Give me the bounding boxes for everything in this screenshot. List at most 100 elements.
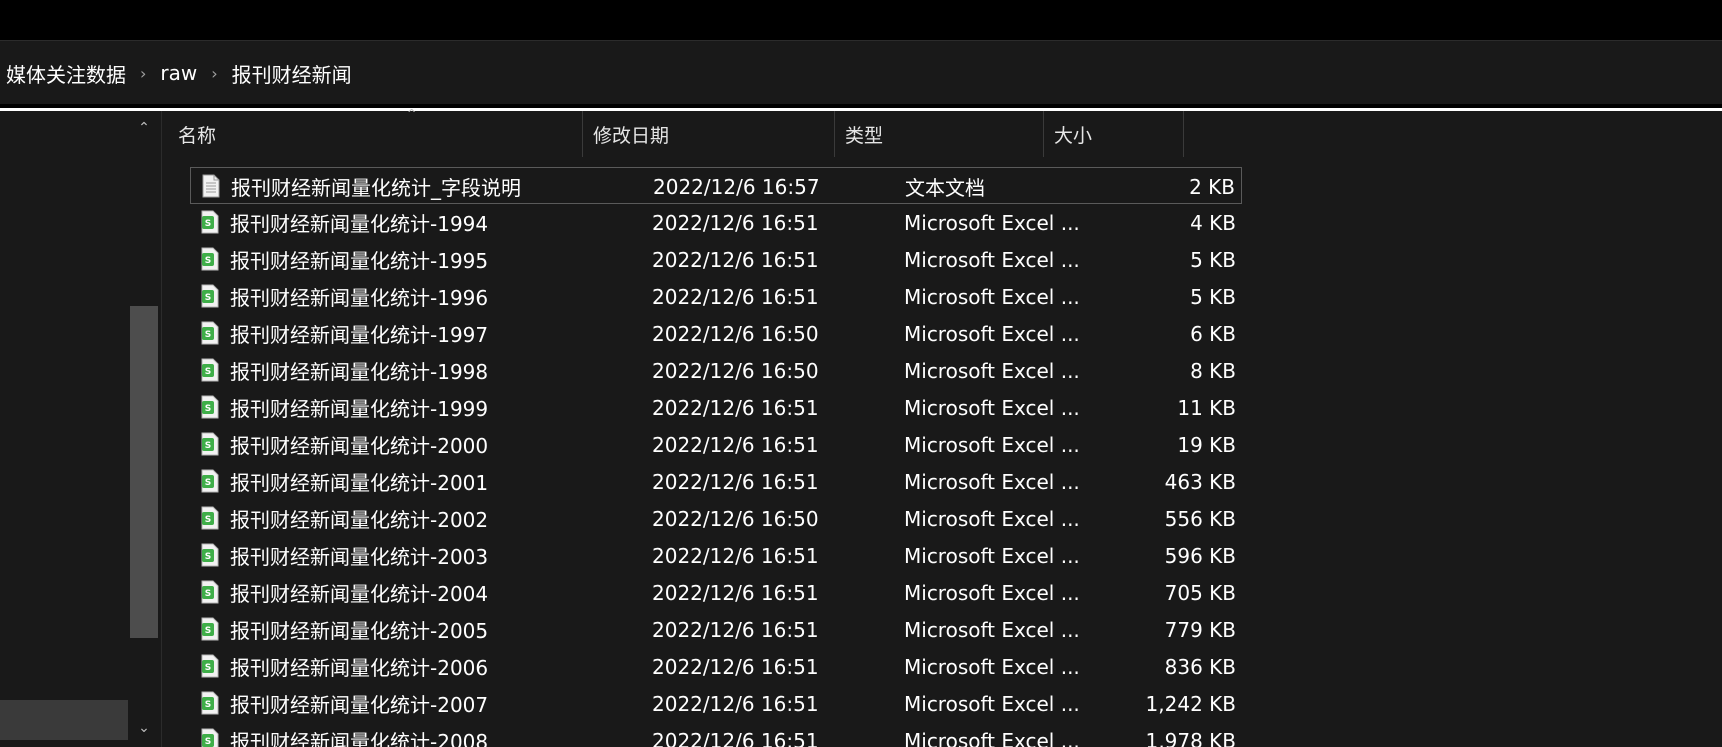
file-type: Microsoft Excel ...	[904, 321, 1080, 346]
file-row[interactable]: S 报刊财经新闻量化统计-2001 2022/12/6 16:51 Microsoft…	[190, 463, 1242, 500]
file-row[interactable]: S 报刊财经新闻量化统计-1999 2022/12/6 16:51 Microsoft…	[190, 389, 1242, 426]
spreadsheet-icon: S	[201, 210, 219, 234]
file-row[interactable]: S 报刊财经新闻量化统计-2006 2022/12/6 16:51 Microsoft…	[190, 648, 1242, 685]
file-row[interactable]: S 报刊财经新闻量化统计-2004 2022/12/6 16:51 Microsoft…	[190, 574, 1242, 611]
file-name: 报刊财经新闻量化统计-2005	[230, 619, 489, 643]
column-header-size[interactable]: 大小	[1044, 111, 1184, 157]
file-modified-date: 2022/12/6 16:51	[652, 247, 819, 272]
file-row[interactable]: S 报刊财经新闻量化统计-2000 2022/12/6 16:51 Microsoft…	[190, 426, 1242, 463]
file-name: 报刊财经新闻量化统计-2006	[230, 656, 489, 680]
file-row[interactable]: S 报刊财经新闻量化统计-1997 2022/12/6 16:50 Microsoft…	[190, 315, 1242, 352]
file-row[interactable]: S 报刊财经新闻量化统计-2008 2022/12/6 16:51 Microsoft…	[190, 722, 1242, 747]
file-type: Microsoft Excel ...	[904, 654, 1080, 679]
file-modified-date: 2022/12/6 16:51	[652, 654, 819, 679]
column-header-type-label: 类型	[845, 124, 884, 147]
file-size: 779 KB	[1164, 617, 1236, 642]
text-document-icon	[202, 174, 220, 198]
file-modified-date: 2022/12/6 16:51	[652, 728, 819, 747]
navigation-pane: ⌃ ⌄	[0, 111, 162, 747]
file-type: Microsoft Excel ...	[904, 543, 1080, 568]
column-header-row: 名称 ^ 修改日期 类型 大小	[162, 107, 1242, 157]
file-row[interactable]: S 报刊财经新闻量化统计-2003 2022/12/6 16:51 Microsoft…	[190, 537, 1242, 574]
scrollbar-thumb[interactable]	[130, 306, 158, 638]
svg-text:S: S	[205, 515, 211, 525]
spreadsheet-icon: S	[201, 691, 219, 715]
file-type: Microsoft Excel ...	[904, 358, 1080, 383]
sort-ascending-icon: ^	[407, 107, 417, 120]
file-name: 报刊财经新闻量化统计-2007	[230, 693, 489, 717]
file-size: 556 KB	[1164, 506, 1236, 531]
file-type: Microsoft Excel ...	[904, 210, 1080, 235]
column-header-date[interactable]: 修改日期	[583, 111, 835, 157]
spreadsheet-icon: S	[201, 284, 219, 308]
file-type: Microsoft Excel ...	[904, 728, 1080, 747]
breadcrumb: 媒体关注数据 › raw › 报刊财经新闻	[6, 57, 352, 89]
breadcrumb-item-current-folder[interactable]: 报刊财经新闻	[232, 59, 352, 88]
file-modified-date: 2022/12/6 16:51	[652, 580, 819, 605]
spreadsheet-icon: S	[201, 432, 219, 456]
chevron-right-icon[interactable]: ›	[140, 64, 146, 83]
column-header-name-label: 名称	[178, 124, 217, 147]
file-row[interactable]: S 报刊财经新闻量化统计-1996 2022/12/6 16:51 Microsoft…	[190, 278, 1242, 315]
file-name: 报刊财经新闻量化统计-1996	[230, 286, 489, 310]
svg-text:S: S	[205, 589, 211, 599]
file-row[interactable]: S 报刊财经新闻量化统计-2002 2022/12/6 16:50 Microsoft…	[190, 500, 1242, 537]
chevron-down-icon[interactable]: ⌄	[130, 715, 158, 741]
file-type: Microsoft Excel ...	[904, 691, 1080, 716]
title-bar	[0, 0, 1722, 40]
file-modified-date: 2022/12/6 16:51	[652, 691, 819, 716]
file-size: 6 KB	[1190, 321, 1236, 346]
file-row[interactable]: S 报刊财经新闻量化统计-1994 2022/12/6 16:51 Microsoft…	[190, 204, 1242, 241]
svg-text:S: S	[205, 478, 211, 488]
file-type: Microsoft Excel ...	[904, 617, 1080, 642]
file-name: 报刊财经新闻量化统计-2003	[230, 545, 489, 569]
file-size: 596 KB	[1164, 543, 1236, 568]
nav-scrollbar[interactable]: ⌃ ⌄	[130, 111, 158, 747]
file-size: 19 KB	[1177, 432, 1236, 457]
svg-text:S: S	[205, 330, 211, 340]
file-row[interactable]: 报刊财经新闻量化统计_字段说明 2022/12/6 16:57 文本文档 2 KB	[190, 167, 1242, 204]
file-size: 8 KB	[1190, 358, 1236, 383]
svg-text:S: S	[205, 663, 211, 673]
file-row[interactable]: S 报刊财经新闻量化统计-1995 2022/12/6 16:51 Microsoft…	[190, 241, 1242, 278]
svg-text:S: S	[205, 552, 211, 562]
file-modified-date: 2022/12/6 16:51	[652, 432, 819, 457]
breadcrumb-item-media-data[interactable]: 媒体关注数据	[6, 59, 126, 88]
column-header-type[interactable]: 类型	[835, 111, 1044, 157]
file-size: 1,242 KB	[1145, 691, 1236, 716]
file-modified-date: 2022/12/6 16:57	[653, 174, 820, 199]
svg-text:S: S	[205, 737, 211, 747]
chevron-up-icon[interactable]: ⌃	[130, 115, 158, 141]
file-row[interactable]: S 报刊财经新闻量化统计-2005 2022/12/6 16:51 Microsoft…	[190, 611, 1242, 648]
file-type: Microsoft Excel ...	[904, 469, 1080, 494]
spreadsheet-icon: S	[201, 728, 219, 747]
file-modified-date: 2022/12/6 16:50	[652, 358, 819, 383]
file-type: Microsoft Excel ...	[904, 247, 1080, 272]
address-bar[interactable]: 媒体关注数据 › raw › 报刊财经新闻	[0, 40, 1722, 104]
file-modified-date: 2022/12/6 16:51	[652, 284, 819, 309]
file-modified-date: 2022/12/6 16:51	[652, 395, 819, 420]
file-size: 836 KB	[1164, 654, 1236, 679]
column-header-name[interactable]: 名称	[162, 111, 583, 157]
file-type: Microsoft Excel ...	[904, 580, 1080, 605]
column-header-date-label: 修改日期	[593, 124, 670, 147]
explorer-content: ⌃ ⌄ 名称 ^ 修改日期 类型 大小 报刊财经新闻量化统计_字段说明 2022/…	[0, 107, 1722, 747]
file-name: 报刊财经新闻量化统计-2002	[230, 508, 489, 532]
spreadsheet-icon: S	[201, 543, 219, 567]
file-type: Microsoft Excel ...	[904, 395, 1080, 420]
file-name: 报刊财经新闻量化统计-2004	[230, 582, 489, 606]
file-name: 报刊财经新闻量化统计-1999	[230, 397, 489, 421]
file-name: 报刊财经新闻量化统计-2001	[230, 471, 489, 495]
chevron-right-icon[interactable]: ›	[211, 64, 217, 83]
breadcrumb-item-raw[interactable]: raw	[160, 61, 197, 85]
file-row[interactable]: S 报刊财经新闻量化统计-1998 2022/12/6 16:50 Microsoft…	[190, 352, 1242, 389]
file-list-pane: 名称 ^ 修改日期 类型 大小 报刊财经新闻量化统计_字段说明 2022/12/6…	[162, 107, 1722, 747]
file-row[interactable]: S 报刊财经新闻量化统计-2007 2022/12/6 16:51 Microsoft…	[190, 685, 1242, 722]
nav-selected-item[interactable]	[0, 700, 128, 740]
spreadsheet-icon: S	[201, 469, 219, 493]
file-name: 报刊财经新闻量化统计-1995	[230, 249, 489, 273]
spreadsheet-icon: S	[201, 321, 219, 345]
file-modified-date: 2022/12/6 16:51	[652, 210, 819, 235]
svg-text:S: S	[205, 441, 211, 451]
file-modified-date: 2022/12/6 16:51	[652, 543, 819, 568]
